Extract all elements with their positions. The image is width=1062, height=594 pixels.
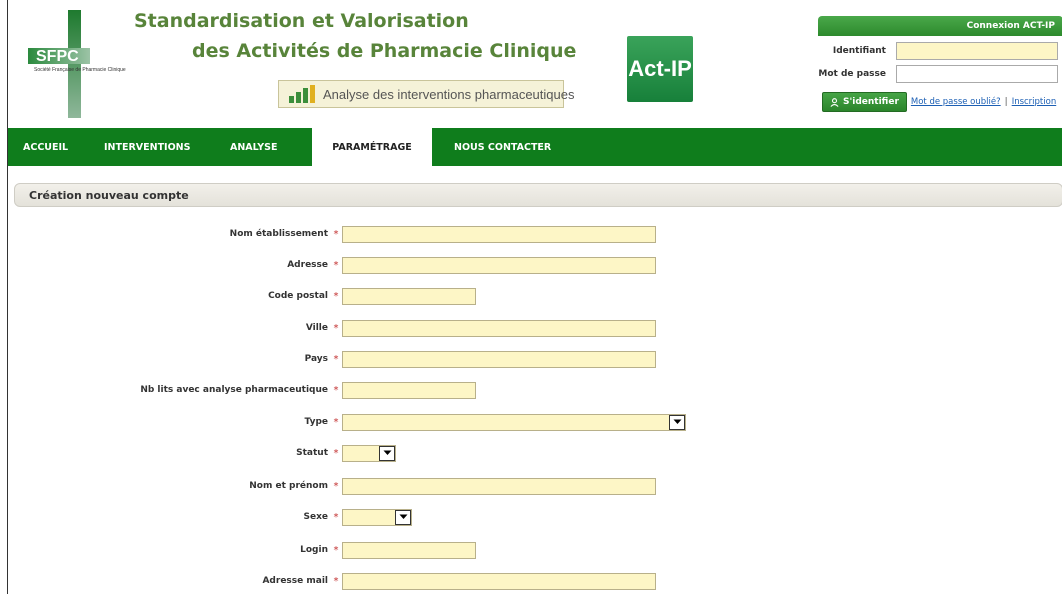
statut-select[interactable] <box>342 444 396 462</box>
code-postal-input[interactable] <box>342 287 476 305</box>
form-row-etablissement: Nom établissement * <box>8 224 656 244</box>
required-marker: * <box>333 416 339 428</box>
etablissement-input[interactable] <box>342 225 656 243</box>
main-nav: ACCUEIL INTERVENTIONS ANALYSE PARAMÉTRAG… <box>8 128 1062 166</box>
identifier-label: Identifiant <box>832 46 886 56</box>
required-marker: * <box>333 322 339 334</box>
field-label: Nom établissement <box>229 229 328 239</box>
forgot-password-link[interactable]: Mot de passe oublié? <box>911 97 1001 107</box>
sexe-select[interactable] <box>342 508 412 526</box>
password-input[interactable] <box>896 65 1058 83</box>
form-row-login: Login * <box>8 540 476 560</box>
password-label: Mot de passe <box>818 69 886 79</box>
form-row-type: Type * <box>8 412 686 432</box>
nav-item-accueil[interactable]: ACCUEIL <box>8 128 104 166</box>
page: SFPC Société Française de Pharmacie Clin… <box>7 0 1062 594</box>
site-title-line2: des Activités de Pharmacie Clinique <box>192 40 577 62</box>
form-row-nb-lits: Nb lits avec analyse pharmaceutique * <box>8 380 476 400</box>
pays-input[interactable] <box>342 350 656 368</box>
field-label: Nb lits avec analyse pharmaceutique <box>140 385 328 395</box>
chart-icon <box>289 85 315 103</box>
form-row-adresse: Adresse * <box>8 255 656 275</box>
section-title: Création nouveau compte <box>29 188 189 202</box>
chevron-down-icon[interactable] <box>395 509 411 525</box>
login-button-label: S'identifier <box>843 97 899 107</box>
type-select[interactable] <box>342 413 686 431</box>
actip-logo: Act-IP <box>627 36 693 102</box>
identifier-input[interactable] <box>896 42 1058 60</box>
subtitle-text: Analyse des interventions pharmaceutique… <box>323 86 575 102</box>
user-icon <box>830 97 839 107</box>
form-row-ville: Ville * <box>8 318 656 338</box>
nav-item-analyse[interactable]: ANALYSE <box>230 128 312 166</box>
required-marker: * <box>333 290 339 302</box>
field-label: Sexe <box>303 512 329 522</box>
ville-input[interactable] <box>342 319 656 337</box>
logo-subtitle: Société Française de Pharmacie Clinique <box>34 67 126 73</box>
nav-item-contact[interactable]: NOUS CONTACTER <box>432 128 572 166</box>
form-row-nom-prenom: Nom et prénom * <box>8 476 656 496</box>
required-marker: * <box>333 544 339 556</box>
required-marker: * <box>333 575 339 587</box>
required-marker: * <box>333 228 339 240</box>
logo-text: SFPC <box>36 48 79 65</box>
site-title-line1: Standardisation et Valorisation <box>134 10 469 32</box>
form-row-statut: Statut * <box>8 443 396 463</box>
login-input[interactable] <box>342 541 476 559</box>
field-label: Code postal <box>268 291 328 301</box>
chevron-down-icon[interactable] <box>669 414 685 430</box>
field-label: Login <box>300 545 328 555</box>
required-marker: * <box>333 384 339 396</box>
field-label: Ville <box>305 323 328 333</box>
required-marker: * <box>333 353 339 365</box>
field-label: Pays <box>304 354 328 364</box>
nb-lits-input[interactable] <box>342 381 476 399</box>
form-row-sexe: Sexe * <box>8 507 412 527</box>
required-marker: * <box>333 259 339 271</box>
field-label: Adresse mail <box>262 576 328 586</box>
nav-item-interventions[interactable]: INTERVENTIONS <box>104 128 230 166</box>
identifier-row: Identifiant <box>818 41 1062 61</box>
email-input[interactable] <box>342 572 656 590</box>
field-label: Adresse <box>287 260 328 270</box>
section-header: Création nouveau compte <box>14 183 1062 207</box>
form-row-pays: Pays * <box>8 349 656 369</box>
field-label: Statut <box>296 448 328 458</box>
nom-prenom-input[interactable] <box>342 477 656 495</box>
signup-link[interactable]: Inscription <box>1012 97 1057 107</box>
login-button[interactable]: S'identifier <box>822 92 907 112</box>
adresse-input[interactable] <box>342 256 656 274</box>
form-row-email: Adresse mail * <box>8 571 656 591</box>
chevron-down-icon[interactable] <box>379 445 395 461</box>
field-label: Type <box>304 417 328 427</box>
form-row-code-postal: Code postal * <box>8 286 476 306</box>
required-marker: * <box>333 480 339 492</box>
login-actions: S'identifier Mot de passe oublié? | Insc… <box>822 92 1056 112</box>
required-marker: * <box>333 447 339 459</box>
field-label: Nom et prénom <box>249 481 328 491</box>
login-panel-header: Connexion ACT-IP <box>818 16 1062 36</box>
password-row: Mot de passe <box>818 64 1062 84</box>
nav-item-parametrage[interactable]: PARAMÉTRAGE <box>312 128 432 166</box>
required-marker: * <box>333 511 339 523</box>
site-header: SFPC Société Française de Pharmacie Clin… <box>8 0 1062 128</box>
subtitle-banner: Analyse des interventions pharmaceutique… <box>278 80 574 108</box>
link-separator: | <box>1004 97 1008 107</box>
